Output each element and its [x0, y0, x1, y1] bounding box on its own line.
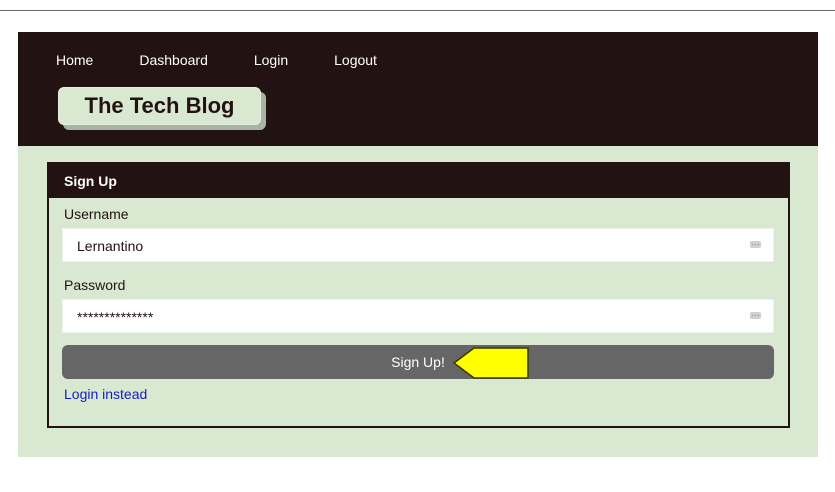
- nav-link-logout[interactable]: Logout: [334, 52, 377, 68]
- card-header: Sign Up: [49, 164, 788, 198]
- password-label: Password: [64, 277, 126, 293]
- username-value: Lernantino: [77, 238, 144, 254]
- signup-card: Sign Up Username Lernantino Password ***…: [47, 162, 790, 428]
- password-field[interactable]: **************: [62, 299, 774, 333]
- username-label: Username: [64, 206, 129, 222]
- brand-logo: The Tech Blog: [58, 87, 266, 130]
- nav-link-login[interactable]: Login: [254, 52, 288, 68]
- login-instead-link[interactable]: Login instead: [64, 386, 147, 402]
- password-manager-key-icon[interactable]: [750, 312, 761, 319]
- password-value: **************: [77, 309, 154, 325]
- password-manager-key-icon[interactable]: [750, 241, 761, 248]
- yellow-pointer-arrow-icon: [452, 347, 529, 379]
- app-container: Home Dashboard Login Logout The Tech Blo…: [18, 32, 818, 457]
- nav-links: Home Dashboard Login Logout: [56, 52, 423, 68]
- nav-link-home[interactable]: Home: [56, 52, 93, 68]
- top-divider: [0, 10, 835, 11]
- username-field[interactable]: Lernantino: [62, 228, 774, 262]
- nav-link-dashboard[interactable]: Dashboard: [139, 52, 208, 68]
- sign-up-button[interactable]: Sign Up!: [62, 345, 774, 379]
- site-title: The Tech Blog: [58, 87, 261, 125]
- navbar: Home Dashboard Login Logout The Tech Blo…: [18, 32, 818, 146]
